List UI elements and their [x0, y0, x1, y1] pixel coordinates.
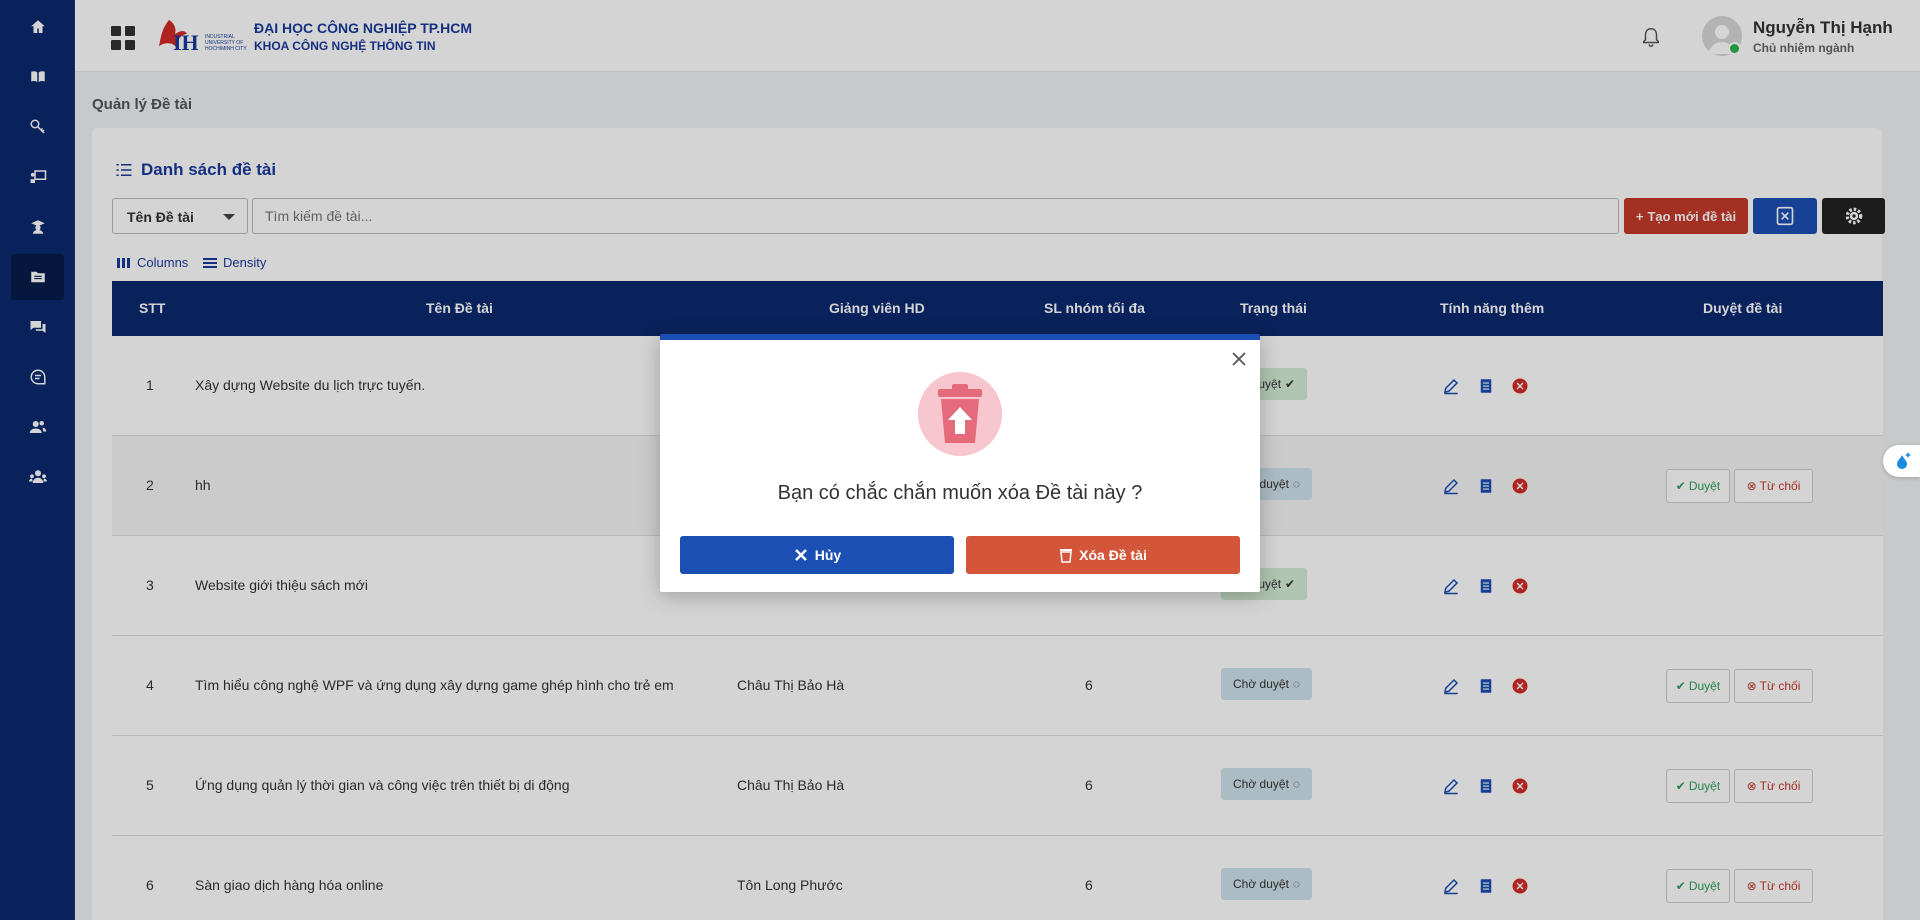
sparkle-drop-icon — [1896, 452, 1911, 469]
modal-message: Bạn có chắc chắn muốn xóa Đề tài này ? — [777, 482, 1143, 504]
trash-restore-icon — [918, 372, 1002, 456]
cancel-button[interactable]: Hủy — [680, 536, 954, 574]
delete-label: Xóa Đề tài — [1079, 547, 1147, 563]
delete-topic-button[interactable]: Xóa Đề tài — [966, 536, 1240, 574]
delete-confirm-modal: Bạn có chắc chắn muốn xóa Đề tài này ? H… — [660, 334, 1260, 592]
cancel-label: Hủy — [814, 547, 842, 563]
trash-icon — [1060, 549, 1073, 563]
floating-assistant-button[interactable] — [1883, 445, 1920, 477]
close-icon[interactable] — [1230, 350, 1248, 368]
cancel-x-icon — [794, 549, 807, 561]
